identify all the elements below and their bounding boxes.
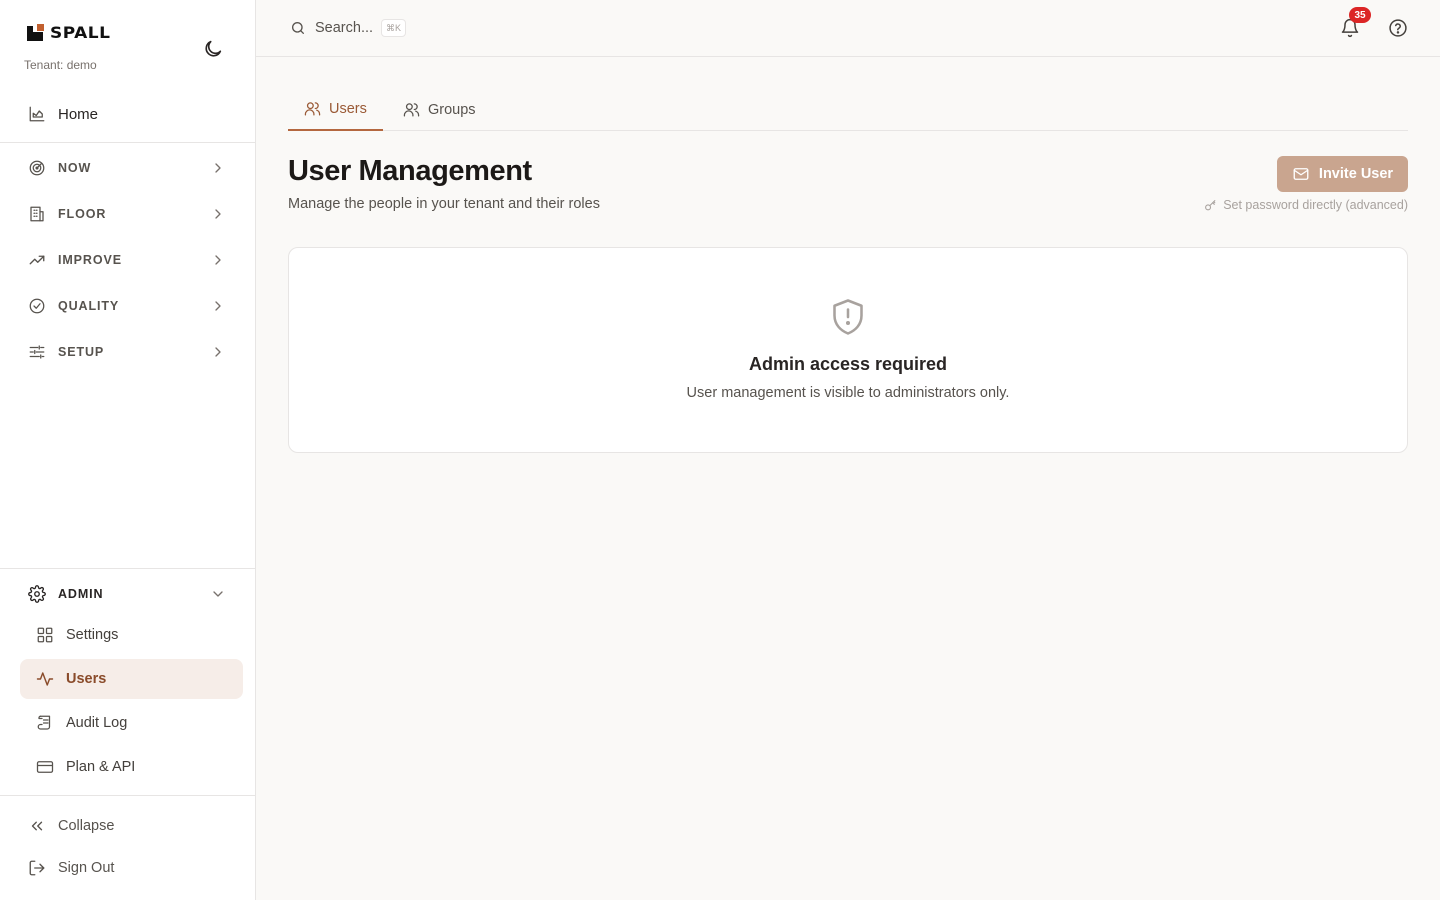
chevron-right-icon [210,252,226,268]
sidebar-section-admin[interactable]: ADMIN [20,574,242,614]
users-icon [304,100,321,117]
gear-icon [28,585,46,603]
tab-label: Users [329,100,367,117]
shortcut-hint: ⌘K [381,19,407,37]
set-password-link[interactable]: Set password directly (advanced) [1204,198,1408,212]
notice-text: User management is visible to administra… [686,385,1010,401]
tabs: Users Groups [288,88,1408,131]
chevron-right-icon [210,298,226,314]
sidebar-section-setup[interactable]: SETUP [20,332,242,372]
admin-access-notice: Admin access required User management is… [288,247,1408,453]
users-group-icon [403,101,420,118]
section-label: ADMIN [58,587,104,601]
collapse-label: Collapse [58,818,115,834]
grid-icon [36,626,54,644]
chevron-right-icon [210,206,226,222]
mail-icon [1292,165,1310,183]
building-icon [28,205,46,223]
scroll-icon [36,714,54,732]
sidebar-item-label: Audit Log [66,715,128,731]
logo-mark-icon [24,22,46,44]
sign-out-label: Sign Out [58,860,115,876]
page-title: User Management [288,155,532,187]
search-input[interactable]: Search... ⌘K [290,16,407,40]
collapse-button[interactable]: Collapse [20,808,242,844]
sidebar-item-label: Users [66,671,107,687]
tenant-label: Tenant: demo [24,58,97,72]
moon-icon[interactable] [202,38,224,60]
chevron-right-icon [210,160,226,176]
topbar: Search... ⌘K 35 [256,0,1440,57]
page-subtitle: Manage the people in your tenant and the… [288,196,600,212]
help-icon[interactable] [1388,18,1408,38]
search-icon [290,20,306,36]
set-password-label: Set password directly (advanced) [1223,198,1408,212]
sidebar-section-improve[interactable]: IMPROVE [20,240,242,280]
tab-label: Groups [428,101,476,118]
activity-icon [36,670,54,688]
sidebar-section-floor[interactable]: FLOOR [20,194,242,234]
section-label: FLOOR [58,207,107,221]
sidebar-item-settings[interactable]: Settings [20,615,243,655]
sidebar-section-now[interactable]: NOW [20,148,242,188]
log-out-icon [28,859,46,877]
shield-alert-icon [830,297,866,337]
logo-text: SPALL [50,23,111,43]
sidebar-item-home[interactable]: Home [20,94,242,134]
notification-badge: 35 [1349,7,1371,23]
sidebar-item-label: Plan & API [66,759,136,775]
section-label: IMPROVE [58,253,122,267]
sidebar: SPALL Tenant: demo Home NOW FLOOR IMPROV… [0,0,256,900]
sidebar-item-label: Home [58,105,99,123]
chevrons-left-icon [28,817,46,835]
sidebar-item-audit-log[interactable]: Audit Log [20,703,243,743]
sliders-icon [28,343,46,361]
section-label: NOW [58,161,92,175]
tab-groups[interactable]: Groups [387,88,492,131]
search-placeholder: Search... [315,20,374,36]
credit-card-icon [36,758,54,776]
trending-up-icon [28,251,46,269]
chart-area-icon [28,105,46,123]
sidebar-item-users[interactable]: Users [20,659,243,699]
tab-users[interactable]: Users [288,88,383,131]
divider [0,795,255,796]
sidebar-item-label: Settings [66,627,119,643]
check-circle-icon [28,297,46,315]
notice-title: Admin access required [748,354,948,374]
invite-user-button[interactable]: Invite User [1277,156,1408,192]
section-label: SETUP [58,345,105,359]
divider [0,142,255,143]
radar-icon [28,159,46,177]
sign-out-button[interactable]: Sign Out [20,850,242,886]
section-label: QUALITY [58,299,120,313]
invite-user-label: Invite User [1318,166,1394,182]
brand: SPALL Tenant: demo [24,22,244,78]
divider [0,568,255,569]
sidebar-item-plan-api[interactable]: Plan & API [20,747,243,787]
key-icon [1204,199,1217,212]
chevron-right-icon [210,344,226,360]
chevron-down-icon [210,586,226,602]
sidebar-section-quality[interactable]: QUALITY [20,286,242,326]
